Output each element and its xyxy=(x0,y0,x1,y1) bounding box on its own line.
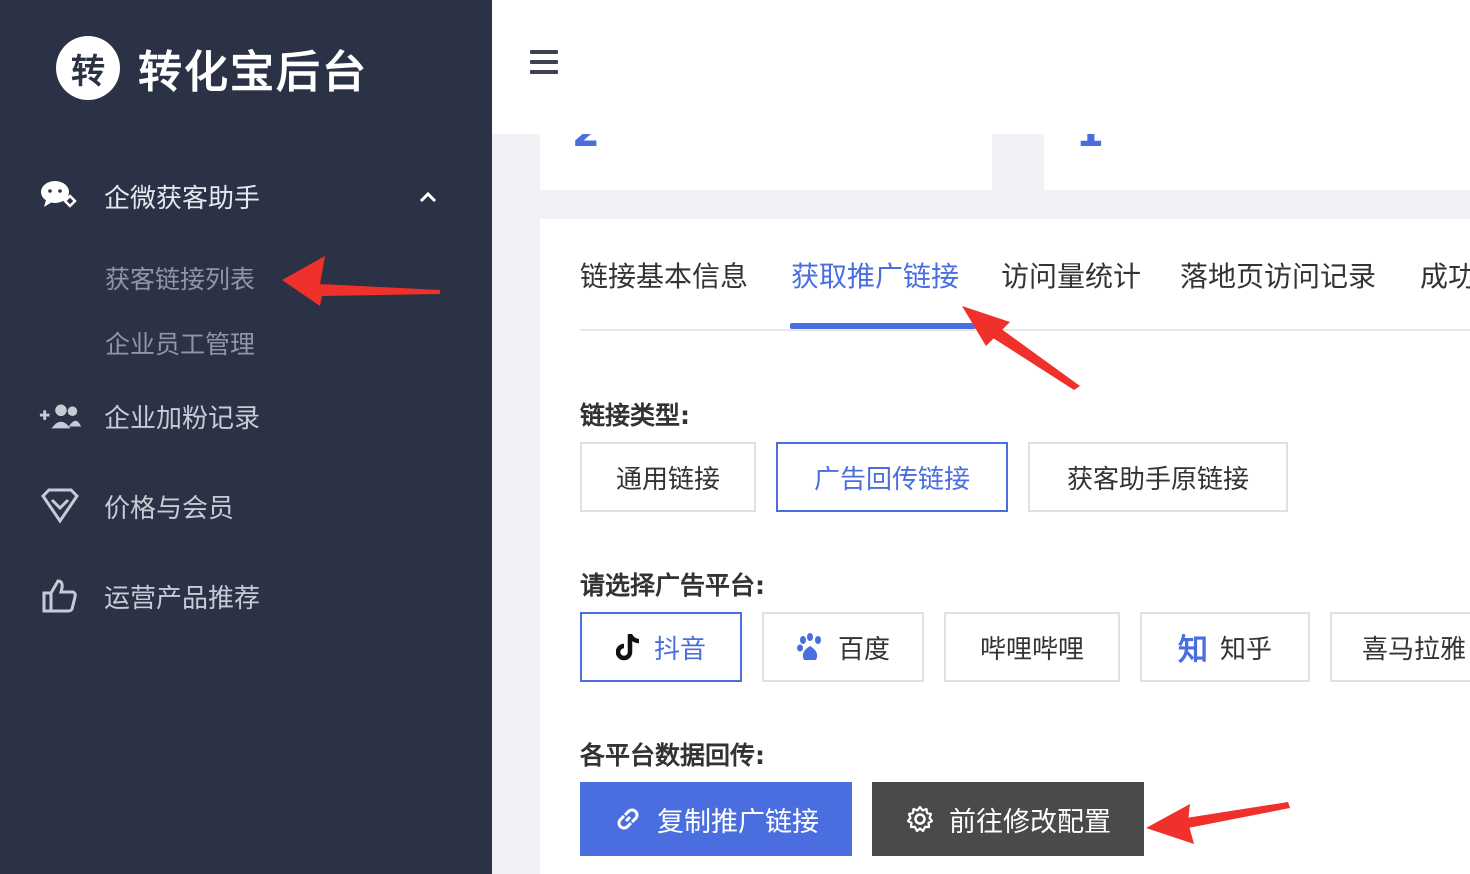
platform-baidu-button[interactable]: 百度 xyxy=(762,612,924,682)
stat-value: 1 xyxy=(1076,134,1104,156)
link-type-label: 链接类型: xyxy=(580,401,690,430)
platform-bilibili-button[interactable]: 哔哩哔哩 xyxy=(944,612,1120,682)
logo-badge: 转 xyxy=(56,36,120,100)
sidebar-item-label: 企业加粉记录 xyxy=(104,403,261,434)
tiktok-icon xyxy=(615,632,642,662)
user-add-icon xyxy=(38,396,82,436)
link-type-ad-callback-button[interactable]: 广告回传链接 xyxy=(776,442,1008,512)
chevron-up-icon[interactable] xyxy=(416,186,440,210)
sidebar-item-label: 运营产品推荐 xyxy=(104,583,261,614)
callback-label: 各平台数据回传: xyxy=(580,741,765,770)
sidebar-subitem-link-list[interactable]: 获客链接列表 xyxy=(105,260,255,296)
button-label: 前往修改配置 xyxy=(949,806,1111,838)
option-label: 通用链接 xyxy=(615,464,720,495)
option-label: 哔哩哔哩 xyxy=(979,634,1084,665)
option-label: 知乎 xyxy=(1219,634,1272,665)
diamond-icon xyxy=(38,486,82,526)
platform-douyin-button[interactable]: 抖音 xyxy=(580,612,742,682)
option-label: 获客助手原链接 xyxy=(1066,464,1249,495)
sidebar-item-pricing[interactable]: 价格与会员 xyxy=(38,486,234,526)
tab-success[interactable]: 成功 xyxy=(1420,255,1470,295)
active-tab-indicator xyxy=(790,323,976,329)
app-logo[interactable]: 转 转化宝后台 xyxy=(56,36,368,100)
tab-get-promo-link[interactable]: 获取推广链接 xyxy=(791,255,959,295)
sidebar: 转 转化宝后台 企微获客助手 获客链接列表 企业员工管理 企业加粉记录 价格与会… xyxy=(0,0,492,874)
button-label: 复制推广链接 xyxy=(657,806,819,838)
thumbs-up-icon xyxy=(38,576,82,616)
sidebar-item-wecom-assistant[interactable]: 企微获客助手 xyxy=(38,176,260,216)
wechat-icon xyxy=(38,176,82,216)
stat-value: 2 xyxy=(572,134,600,156)
platform-ximalaya-button[interactable]: 喜马拉雅 xyxy=(1330,612,1470,682)
link-detail-panel: 链接基本信息 获取推广链接 访问量统计 落地页访问记录 成功 链接类型: 通用链… xyxy=(540,219,1470,874)
platform-zhihu-button[interactable]: 知 知乎 xyxy=(1140,612,1310,682)
platform-label: 请选择广告平台: xyxy=(580,571,765,600)
sidebar-item-label: 企微获客助手 xyxy=(104,183,261,214)
sidebar-item-fans-records[interactable]: 企业加粉记录 xyxy=(38,396,260,436)
option-label: 喜马拉雅 xyxy=(1362,634,1467,665)
app-title: 转化宝后台 xyxy=(138,47,368,98)
sidebar-item-label: 价格与会员 xyxy=(104,493,235,524)
zhihu-icon: 知 xyxy=(1177,633,1208,668)
link-type-generic-button[interactable]: 通用链接 xyxy=(580,442,756,512)
menu-toggle-icon[interactable] xyxy=(530,50,558,74)
copy-promo-link-button[interactable]: 复制推广链接 xyxy=(580,782,852,856)
option-label: 抖音 xyxy=(653,634,706,665)
sidebar-subitem-staff-management[interactable]: 企业员工管理 xyxy=(105,325,255,361)
tab-bar: 链接基本信息 获取推广链接 访问量统计 落地页访问记录 成功 xyxy=(580,219,1470,331)
baidu-paw-icon xyxy=(796,632,826,662)
option-label: 百度 xyxy=(837,634,890,665)
stat-card: 1 xyxy=(1044,134,1470,190)
top-header xyxy=(492,0,1470,134)
gear-icon xyxy=(905,804,935,834)
link-icon xyxy=(613,804,643,834)
sidebar-item-product-recommend[interactable]: 运营产品推荐 xyxy=(38,576,260,616)
tab-basic-info[interactable]: 链接基本信息 xyxy=(580,255,748,295)
stat-card: 2 xyxy=(540,134,992,190)
go-to-config-button[interactable]: 前往修改配置 xyxy=(872,782,1144,856)
option-label: 广告回传链接 xyxy=(813,464,970,495)
link-type-original-button[interactable]: 获客助手原链接 xyxy=(1028,442,1288,512)
tab-landing-visit-records[interactable]: 落地页访问记录 xyxy=(1180,255,1376,295)
tab-visit-stats[interactable]: 访问量统计 xyxy=(1001,255,1141,295)
